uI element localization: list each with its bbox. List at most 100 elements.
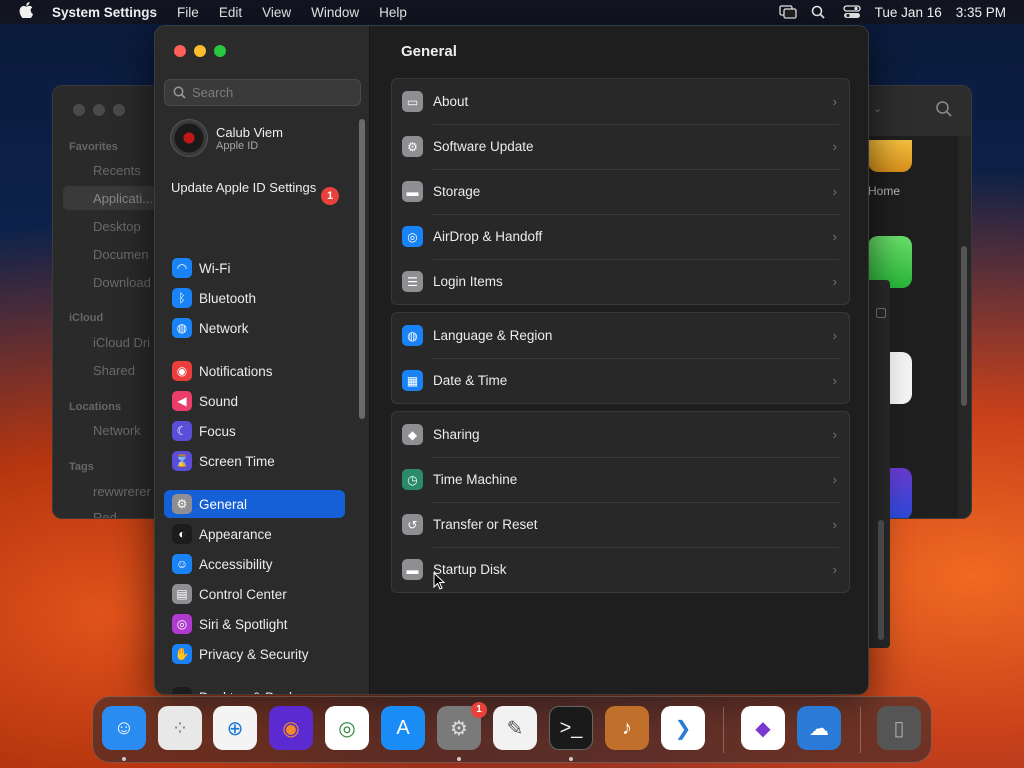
spotlight-search-icon[interactable] bbox=[811, 5, 829, 19]
finder-item-network[interactable]: Network bbox=[93, 423, 141, 438]
terminal-icon[interactable]: >_ bbox=[549, 706, 593, 750]
finder-item-recents[interactable]: Recents bbox=[93, 163, 141, 178]
sidebar-item-siri-spotlight[interactable]: ◎ Siri & Spotlight bbox=[164, 610, 345, 638]
screen-mirroring-icon[interactable] bbox=[779, 5, 797, 19]
settings-group: ◍ Language & Region › ▦ Date & Time › bbox=[391, 312, 850, 404]
menubar-time[interactable]: 3:35 PM bbox=[956, 5, 1006, 20]
sidebar-item-sound[interactable]: ◀ Sound bbox=[164, 387, 345, 415]
globe-icon: ◍ bbox=[402, 325, 423, 346]
finder-item-documents[interactable]: Documen bbox=[93, 247, 149, 262]
update-apple-id-item[interactable]: Update Apple ID Settings bbox=[171, 180, 341, 196]
panel-icon bbox=[876, 308, 886, 318]
apple-menu-icon[interactable] bbox=[0, 2, 52, 22]
finder-scrollbar[interactable] bbox=[961, 246, 967, 406]
sidebar-item-screen-time[interactable]: ⌛ Screen Time bbox=[164, 447, 345, 475]
finder-search-icon[interactable] bbox=[935, 100, 953, 123]
settings-row-time-machine[interactable]: ◷ Time Machine › bbox=[392, 457, 849, 502]
finder-item-applications[interactable]: Applicati... bbox=[93, 191, 153, 206]
siri-icon: ◎ bbox=[172, 614, 192, 634]
finder-section-icloud: iCloud bbox=[69, 312, 104, 324]
sidebar-item-focus[interactable]: ☾ Focus bbox=[164, 417, 345, 445]
settings-row-transfer-or-reset[interactable]: ↺ Transfer or Reset › bbox=[392, 502, 849, 547]
launchpad-icon[interactable]: ⁘ bbox=[158, 706, 202, 750]
visual-studio-icon[interactable]: ◆ bbox=[741, 706, 785, 750]
settings-row-label: Transfer or Reset bbox=[433, 517, 538, 532]
sidebar-item-label: Accessibility bbox=[199, 556, 273, 572]
finder-item-shared[interactable]: Shared bbox=[93, 363, 135, 378]
sidebar-item-network[interactable]: ◍ Network bbox=[164, 314, 345, 342]
textedit-icon[interactable]: ✎ bbox=[493, 706, 537, 750]
sidebar-item-desktop-dock[interactable]: ▭ Desktop & Dock bbox=[164, 683, 345, 694]
firefox-icon[interactable]: ◉ bbox=[269, 706, 313, 750]
settings-row-date-time[interactable]: ▦ Date & Time › bbox=[392, 358, 849, 403]
search-input[interactable] bbox=[192, 85, 352, 100]
update-badge: 1 bbox=[321, 187, 339, 205]
finder-item-icloud-drive[interactable]: iCloud Dri bbox=[93, 335, 150, 350]
sidebar-item-label: Network bbox=[199, 320, 249, 336]
sidebar-item-appearance[interactable]: ◐ Appearance bbox=[164, 520, 345, 548]
sidebar-item-notifications[interactable]: ◉ Notifications bbox=[164, 357, 345, 385]
finder-item-desktop[interactable]: Desktop bbox=[93, 219, 141, 234]
menubar-date[interactable]: Tue Jan 16 bbox=[875, 5, 942, 20]
menu-edit[interactable]: Edit bbox=[209, 5, 252, 20]
trash-icon[interactable]: ▯ bbox=[877, 706, 921, 750]
finder-tag-item[interactable]: Red bbox=[93, 510, 117, 518]
chrome-icon[interactable]: ◎ bbox=[325, 706, 369, 750]
list-icon: ☰ bbox=[402, 271, 423, 292]
sidebar-item-privacy-security[interactable]: ✋ Privacy & Security bbox=[164, 640, 345, 668]
home-app-icon[interactable] bbox=[868, 140, 912, 172]
finder-close-button[interactable] bbox=[73, 104, 85, 116]
appearance-icon: ◐ bbox=[172, 524, 192, 544]
settings-row-storage[interactable]: ▬ Storage › bbox=[392, 169, 849, 214]
panel-scrollbar[interactable] bbox=[878, 520, 884, 640]
menu-view[interactable]: View bbox=[252, 5, 301, 20]
settings-row-label: About bbox=[433, 94, 469, 109]
menu-file[interactable]: File bbox=[167, 5, 209, 20]
finder-tag-item[interactable]: rewwrerer bbox=[93, 484, 151, 499]
search-field[interactable] bbox=[164, 79, 361, 106]
menu-window[interactable]: Window bbox=[301, 5, 369, 20]
sidebar-item-accessibility[interactable]: ☺ Accessibility bbox=[164, 550, 345, 578]
settings-row-software-update[interactable]: ⚙ Software Update › bbox=[392, 124, 849, 169]
menu-bar: System Settings File Edit View Window He… bbox=[0, 0, 1024, 24]
safari-icon[interactable]: ⊕ bbox=[213, 706, 257, 750]
calendar-icon: ▦ bbox=[402, 370, 423, 391]
garageband-icon[interactable]: ♪ bbox=[605, 706, 649, 750]
app-store-icon[interactable]: A bbox=[381, 706, 425, 750]
settings-row-login-items[interactable]: ☰ Login Items › bbox=[392, 259, 849, 304]
menu-help[interactable]: Help bbox=[369, 5, 417, 20]
apple-id-profile[interactable]: Calub Viem Apple ID bbox=[170, 119, 283, 157]
moon-icon: ☾ bbox=[172, 421, 192, 441]
control-center-icon: ▤ bbox=[172, 584, 192, 604]
sidebar-item-bluetooth[interactable]: ᛒ Bluetooth bbox=[164, 284, 345, 312]
weather-icon[interactable]: ☁ bbox=[797, 706, 841, 750]
chevron-down-icon[interactable]: ⌄ bbox=[873, 102, 882, 115]
zoom-button[interactable] bbox=[214, 45, 226, 57]
finder-zoom-button[interactable] bbox=[113, 104, 125, 116]
sidebar-item-general[interactable]: ⚙ General bbox=[164, 490, 345, 518]
menu-app-name[interactable]: System Settings bbox=[52, 5, 167, 20]
settings-row-sharing[interactable]: ◆ Sharing › bbox=[392, 412, 849, 457]
settings-row-about[interactable]: ▭ About › bbox=[392, 79, 849, 124]
close-button[interactable] bbox=[174, 45, 186, 57]
sidebar-item-label: Privacy & Security bbox=[199, 646, 309, 662]
sidebar-item-label: Focus bbox=[199, 423, 236, 439]
settings-row-label: Storage bbox=[433, 184, 481, 199]
vscode-icon[interactable]: ❯ bbox=[661, 706, 705, 750]
sidebar-scrollbar[interactable] bbox=[359, 119, 365, 419]
settings-row-language-region[interactable]: ◍ Language & Region › bbox=[392, 313, 849, 358]
minimize-button[interactable] bbox=[194, 45, 206, 57]
settings-row-startup-disk[interactable]: ▬ Startup Disk › bbox=[392, 547, 849, 592]
system-settings-window[interactable]: Calub Viem Apple ID Update Apple ID Sett… bbox=[154, 25, 869, 695]
control-center-icon[interactable] bbox=[843, 5, 861, 19]
settings-row-airdrop-handoff[interactable]: ◎ AirDrop & Handoff › bbox=[392, 214, 849, 259]
sidebar-item-control-center[interactable]: ▤ Control Center bbox=[164, 580, 345, 608]
finder-minimize-button[interactable] bbox=[93, 104, 105, 116]
finder-section-favorites: Favorites bbox=[69, 141, 118, 153]
finder-item-downloads[interactable]: Download bbox=[93, 275, 151, 290]
finder-icon[interactable]: ☺ bbox=[102, 706, 146, 750]
settings-row-label: Language & Region bbox=[433, 328, 553, 343]
chevron-right-icon: › bbox=[832, 229, 837, 244]
sidebar-item-wi-fi[interactable]: ◠ Wi-Fi bbox=[164, 254, 345, 282]
gear-badge-icon: ⚙ bbox=[402, 136, 423, 157]
